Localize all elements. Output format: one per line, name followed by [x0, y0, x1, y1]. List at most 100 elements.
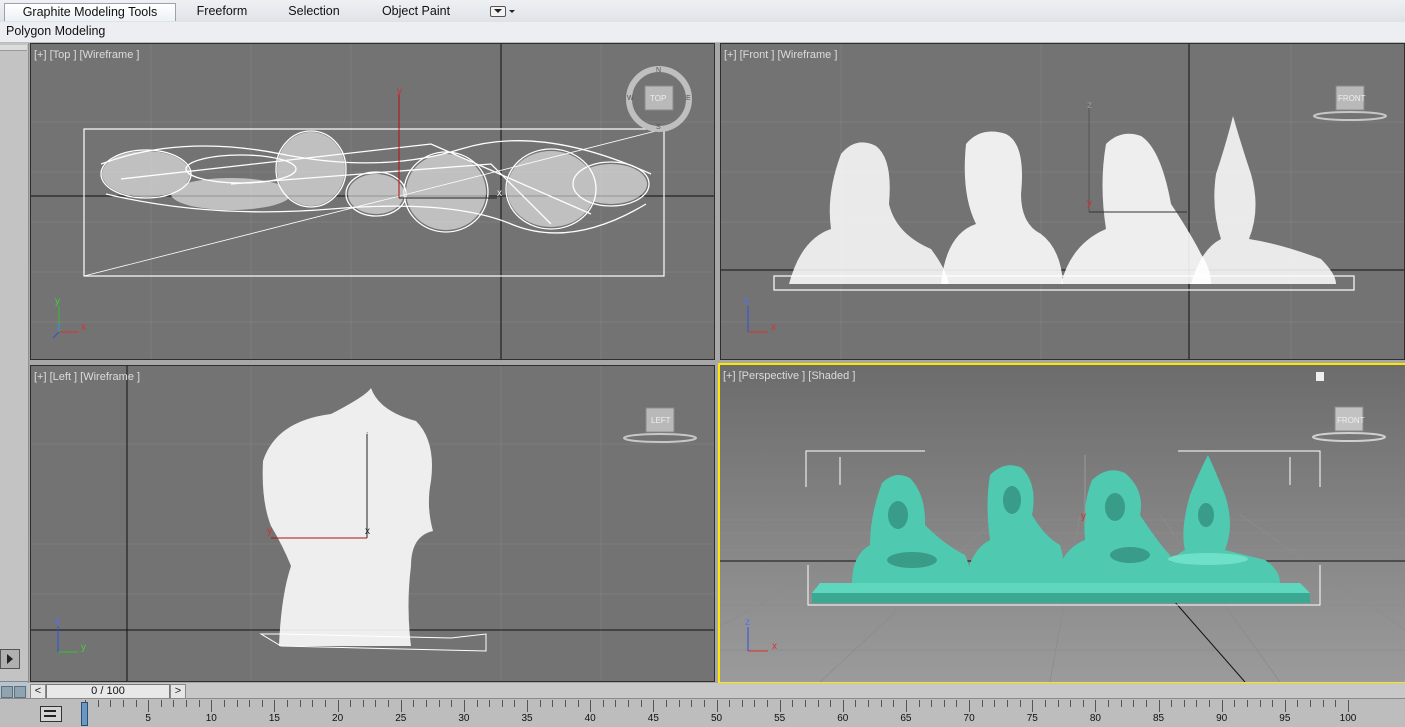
ruler-tick-label: 15 — [268, 713, 280, 724]
compass-ring[interactable] — [1313, 111, 1387, 121]
gizmo-label: z — [1087, 100, 1092, 111]
ruler-tick-label: 25 — [395, 713, 407, 724]
ruler-tick — [678, 700, 680, 707]
chevron-down-icon[interactable] — [509, 10, 515, 13]
ruler-tick — [1246, 700, 1248, 707]
viewport-top[interactable]: [+] [Top ] [Wireframe ] TOP N E S W y x … — [30, 43, 715, 360]
ruler-tick — [223, 700, 225, 707]
ruler-tick — [135, 700, 137, 707]
compass-ring[interactable] — [623, 433, 697, 443]
ruler-tick — [173, 700, 175, 707]
prev-frame-button[interactable]: < — [30, 684, 46, 699]
ruler-tick — [931, 700, 933, 707]
frame-ruler[interactable]: 0510152025303540455055606570758085909510… — [82, 699, 1405, 727]
ruler-tick — [527, 700, 529, 712]
viewport-label[interactable]: [+] [Front ] [Wireframe ] — [724, 49, 837, 61]
ruler-tick-label: 40 — [584, 713, 596, 724]
ruler-tick-label: 65 — [900, 713, 912, 724]
compass-north: N — [656, 67, 662, 74]
ruler-tick — [388, 700, 390, 707]
shaded-model — [812, 455, 1310, 603]
ruler-tick — [1070, 700, 1072, 707]
ruler-tick — [97, 700, 99, 707]
expand-panel-button[interactable] — [0, 649, 20, 669]
ruler-tick — [1057, 700, 1059, 707]
ruler-tick — [1272, 700, 1274, 707]
compass-west: W — [627, 95, 634, 102]
ruler-tick — [703, 700, 705, 707]
ruler-tick — [577, 700, 579, 707]
view-cube-label: FRONT — [1338, 94, 1366, 103]
ruler-tick — [362, 700, 364, 707]
ribbon-options-icon[interactable] — [490, 6, 506, 17]
front-view-canvas — [721, 44, 1404, 359]
ruler-tick — [350, 700, 352, 707]
compass-east: E — [686, 95, 691, 102]
gizmo-label: y — [1087, 198, 1092, 209]
ruler-tick — [514, 700, 516, 707]
ruler-tick — [211, 700, 213, 712]
ruler-tick — [1044, 700, 1046, 707]
ruler-tick — [868, 700, 870, 707]
ruler-tick — [324, 700, 326, 707]
ruler-tick — [969, 700, 971, 712]
panel-polygon-modeling[interactable]: Polygon Modeling — [6, 24, 105, 38]
ruler-tick-label: 5 — [145, 713, 151, 724]
ruler-tick — [1171, 700, 1173, 707]
ruler-tick — [400, 700, 402, 712]
ruler-tick-label: 30 — [458, 713, 470, 724]
ruler-tick — [287, 700, 289, 707]
layout-cell-icon — [14, 686, 26, 698]
ruler-tick — [1158, 700, 1160, 712]
ruler-tick — [463, 700, 465, 712]
ruler-tick-label: 20 — [332, 713, 344, 724]
ruler-tick — [110, 700, 112, 707]
ruler-tick-label: 100 — [1339, 713, 1357, 724]
ruler-tick — [1095, 700, 1097, 712]
viewport-perspective[interactable]: [+] [Perspective ] [Shaded ] FRONT y z x — [718, 363, 1405, 684]
ruler-tick — [981, 700, 983, 707]
strip-handle[interactable] — [0, 45, 27, 51]
viewport-label[interactable]: [+] [Perspective ] [Shaded ] — [723, 370, 855, 382]
ruler-tick-label: 60 — [837, 713, 849, 724]
tab-freeform[interactable]: Freeform — [186, 3, 258, 20]
compass-ring[interactable] — [1312, 432, 1386, 442]
ruler-tick — [767, 700, 769, 707]
axis-label: y — [81, 642, 86, 653]
view-cube-label: FRONT — [1337, 416, 1365, 425]
ruler-tick — [590, 700, 592, 712]
viewport-label[interactable]: [+] [Top ] [Wireframe ] — [34, 49, 139, 61]
ruler-tick — [640, 700, 642, 707]
ruler-tick — [186, 700, 188, 707]
viewport-left[interactable]: [+] [Left ] [Wireframe ] LEFT z y x z y — [30, 365, 715, 682]
ruler-tick — [653, 700, 655, 712]
axis-label: z — [55, 616, 60, 627]
next-frame-button[interactable]: > — [170, 684, 186, 699]
axis-label: y — [55, 296, 60, 307]
ruler-tick-label: 55 — [774, 713, 786, 724]
track-bar[interactable]: 0510152025303540455055606570758085909510… — [0, 698, 1405, 727]
gizmo-label: y — [267, 526, 272, 537]
left-view-canvas — [31, 366, 714, 681]
ruler-tick — [1006, 700, 1008, 707]
ruler-tick — [438, 700, 440, 707]
ruler-tick — [1335, 700, 1337, 707]
home-icon[interactable] — [1316, 372, 1324, 381]
tab-object-paint[interactable]: Object Paint — [372, 3, 460, 20]
ruler-tick — [1284, 700, 1286, 712]
viewport-label[interactable]: [+] [Left ] [Wireframe ] — [34, 371, 140, 383]
time-slider[interactable]: 0 / 100 — [46, 684, 170, 699]
ruler-tick-label: 80 — [1089, 713, 1101, 724]
viewport-front[interactable]: [+] [Front ] [Wireframe ] FRONT z y z x — [720, 43, 1405, 360]
ruler-tick-label: 70 — [963, 713, 975, 724]
ruler-tick — [337, 700, 339, 712]
ruler-tick-label: 10 — [205, 713, 217, 724]
tab-selection[interactable]: Selection — [278, 3, 350, 20]
ruler-tick — [160, 700, 162, 707]
tab-graphite-modeling-tools[interactable]: Graphite Modeling Tools — [4, 3, 176, 21]
ruler-tick — [779, 700, 781, 712]
current-frame-marker[interactable] — [81, 702, 88, 726]
gizmo-label: x — [497, 188, 502, 199]
axis-label: x — [772, 641, 777, 652]
curve-editor-icon[interactable] — [40, 706, 62, 722]
